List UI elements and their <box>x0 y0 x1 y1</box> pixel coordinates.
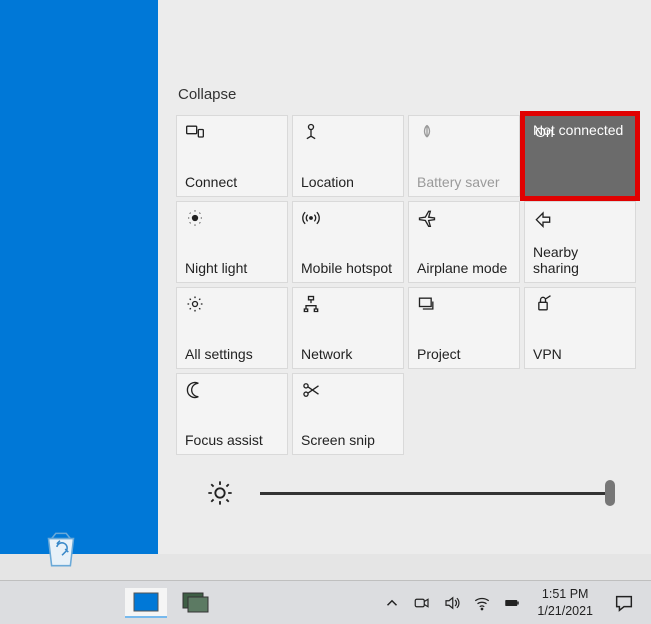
taskbar-date: 1/21/2021 <box>537 603 593 619</box>
tile-night-light[interactable]: Night light <box>176 201 288 283</box>
action-center-panel: Collapse Connect Location Battery saver … <box>158 0 651 554</box>
tile-label: All settings <box>185 346 279 362</box>
tray-wifi-icon[interactable] <box>473 594 491 612</box>
desktop-background-strip <box>0 0 158 554</box>
tile-label: Mobile hotspot <box>301 260 395 276</box>
tile-all-settings[interactable]: All settings <box>176 287 288 369</box>
tray-notifications-icon[interactable] <box>613 592 635 614</box>
location-icon <box>301 122 321 142</box>
tile-mobile-hotspot[interactable]: Mobile hotspot <box>292 201 404 283</box>
tile-label: Nearby sharing <box>533 244 627 276</box>
tile-label: Focus assist <box>185 432 279 448</box>
tile-screen-snip[interactable]: Screen snip <box>292 373 404 455</box>
night-light-icon <box>185 208 205 228</box>
tile-focus-assist[interactable]: Focus assist <box>176 373 288 455</box>
moon-icon <box>185 380 205 400</box>
tray-chevron-up-icon[interactable] <box>383 594 401 612</box>
tile-connect[interactable]: Connect <box>176 115 288 197</box>
tile-nearby-sharing[interactable]: Nearby sharing <box>524 201 636 283</box>
connect-icon <box>185 122 205 142</box>
tile-bluetooth[interactable]: On Not connected <box>524 115 636 197</box>
recycle-bin-desktop-icon[interactable] <box>36 524 86 574</box>
brightness-slider[interactable] <box>260 492 611 495</box>
tile-label: Airplane mode <box>417 260 511 276</box>
tile-label: VPN <box>533 346 627 362</box>
project-icon <box>417 294 437 314</box>
taskbar-app-taskview[interactable] <box>175 588 217 618</box>
taskbar-right: 1:51 PM 1/21/2021 <box>383 586 651 619</box>
tile-project[interactable]: Project <box>408 287 520 369</box>
tile-vpn[interactable]: VPN <box>524 287 636 369</box>
taskbar-left <box>125 588 217 618</box>
airplane-icon <box>417 208 437 228</box>
tile-label: Connect <box>185 174 279 190</box>
tile-label: Network <box>301 346 395 362</box>
taskbar-app-desktop[interactable] <box>125 588 167 618</box>
tile-label: Screen snip <box>301 432 395 448</box>
scissors-icon <box>301 380 321 400</box>
brightness-slider-row <box>206 479 627 507</box>
tile-label: Location <box>301 174 395 190</box>
taskbar: 1:51 PM 1/21/2021 <box>0 580 651 624</box>
brightness-slider-thumb[interactable] <box>605 480 615 506</box>
tile-battery-saver[interactable]: Battery saver <box>408 115 520 197</box>
tile-label: Night light <box>185 260 279 276</box>
hotspot-icon <box>301 208 321 228</box>
network-icon <box>301 294 321 314</box>
tile-airplane-mode[interactable]: Airplane mode <box>408 201 520 283</box>
taskbar-clock[interactable]: 1:51 PM 1/21/2021 <box>537 586 593 619</box>
taskbar-time: 1:51 PM <box>537 586 593 602</box>
tile-network[interactable]: Network <box>292 287 404 369</box>
vpn-icon <box>533 294 553 314</box>
settings-gear-icon <box>185 294 205 314</box>
collapse-link[interactable]: Collapse <box>178 86 236 103</box>
quick-action-tiles: Connect Location Battery saver On Not co… <box>176 115 639 455</box>
tile-status-top: On <box>535 124 554 140</box>
tray-meet-now-icon[interactable] <box>413 594 431 612</box>
leaf-icon <box>417 122 437 142</box>
tile-location[interactable]: Location <box>292 115 404 197</box>
nearby-sharing-icon <box>533 208 553 228</box>
tile-label: Battery saver <box>417 174 511 190</box>
tray-volume-icon[interactable] <box>443 594 461 612</box>
tray-battery-icon[interactable] <box>503 594 521 612</box>
tile-label: Project <box>417 346 511 362</box>
brightness-sun-icon <box>206 479 234 507</box>
